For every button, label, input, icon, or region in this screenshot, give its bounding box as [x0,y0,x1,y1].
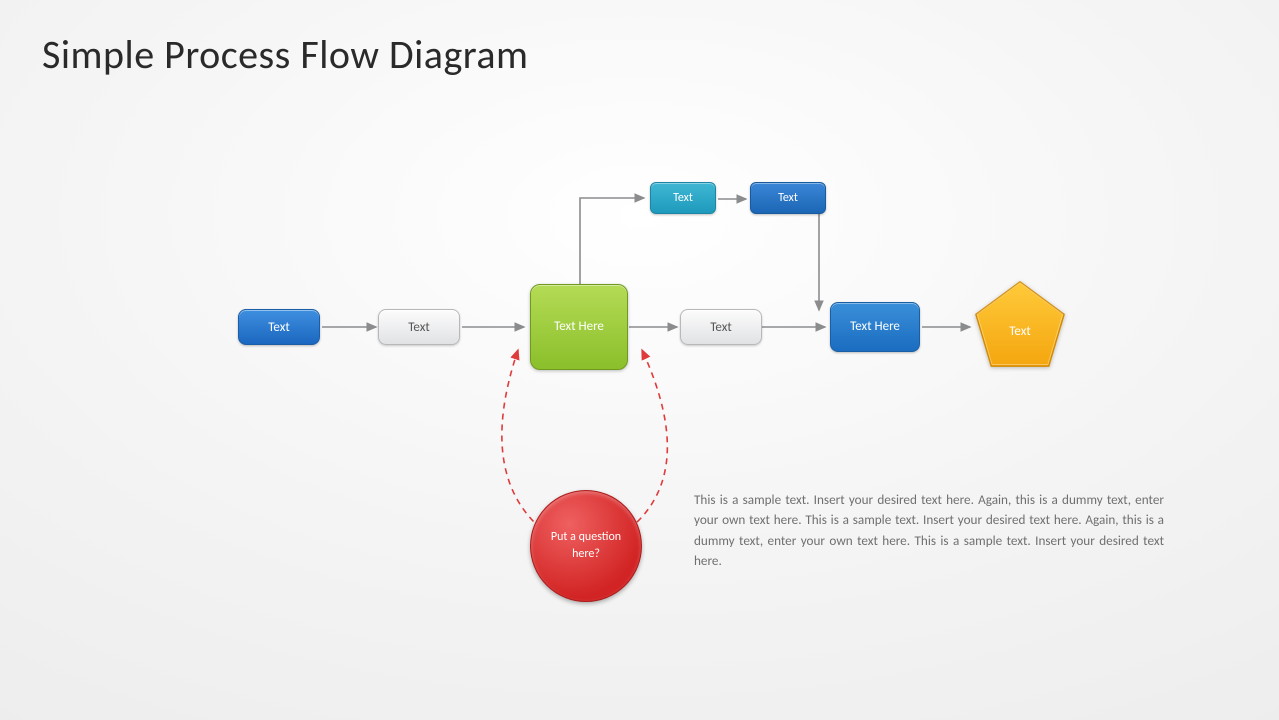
body-sample-text: This is a sample text. Insert your desir… [694,490,1164,572]
node-top-blue[interactable]: Text [750,182,826,214]
node-pentagon-end[interactable]: Text [972,278,1068,370]
node-gray-2[interactable]: Text [680,309,762,345]
arrow-n5-n6 [920,318,976,336]
node-gray-1[interactable]: Text [378,309,460,345]
diagram-canvas: Text Text Text Here Text Text Here Text … [0,0,1279,720]
arrow-n2-n3 [460,318,530,336]
connector-n3-top1 [572,188,652,288]
node-circle-question[interactable]: Put a question here? [530,490,642,602]
node-blue-texthere[interactable]: Text Here [830,302,920,352]
connector-top2-down [812,198,826,318]
arrow-n4-n5 [760,318,832,336]
node-top-teal[interactable]: Text [650,182,716,214]
arrow-top1-top2 [716,190,752,208]
node-green-decision[interactable]: Text Here [530,284,628,370]
slide: Simple Process Flow Diagram [0,0,1279,720]
arrow-n1-n2 [320,318,382,336]
node-start-blue[interactable]: Text [238,309,320,345]
pentagon-label: Text [972,278,1068,370]
arrow-n3-n4 [627,318,683,336]
